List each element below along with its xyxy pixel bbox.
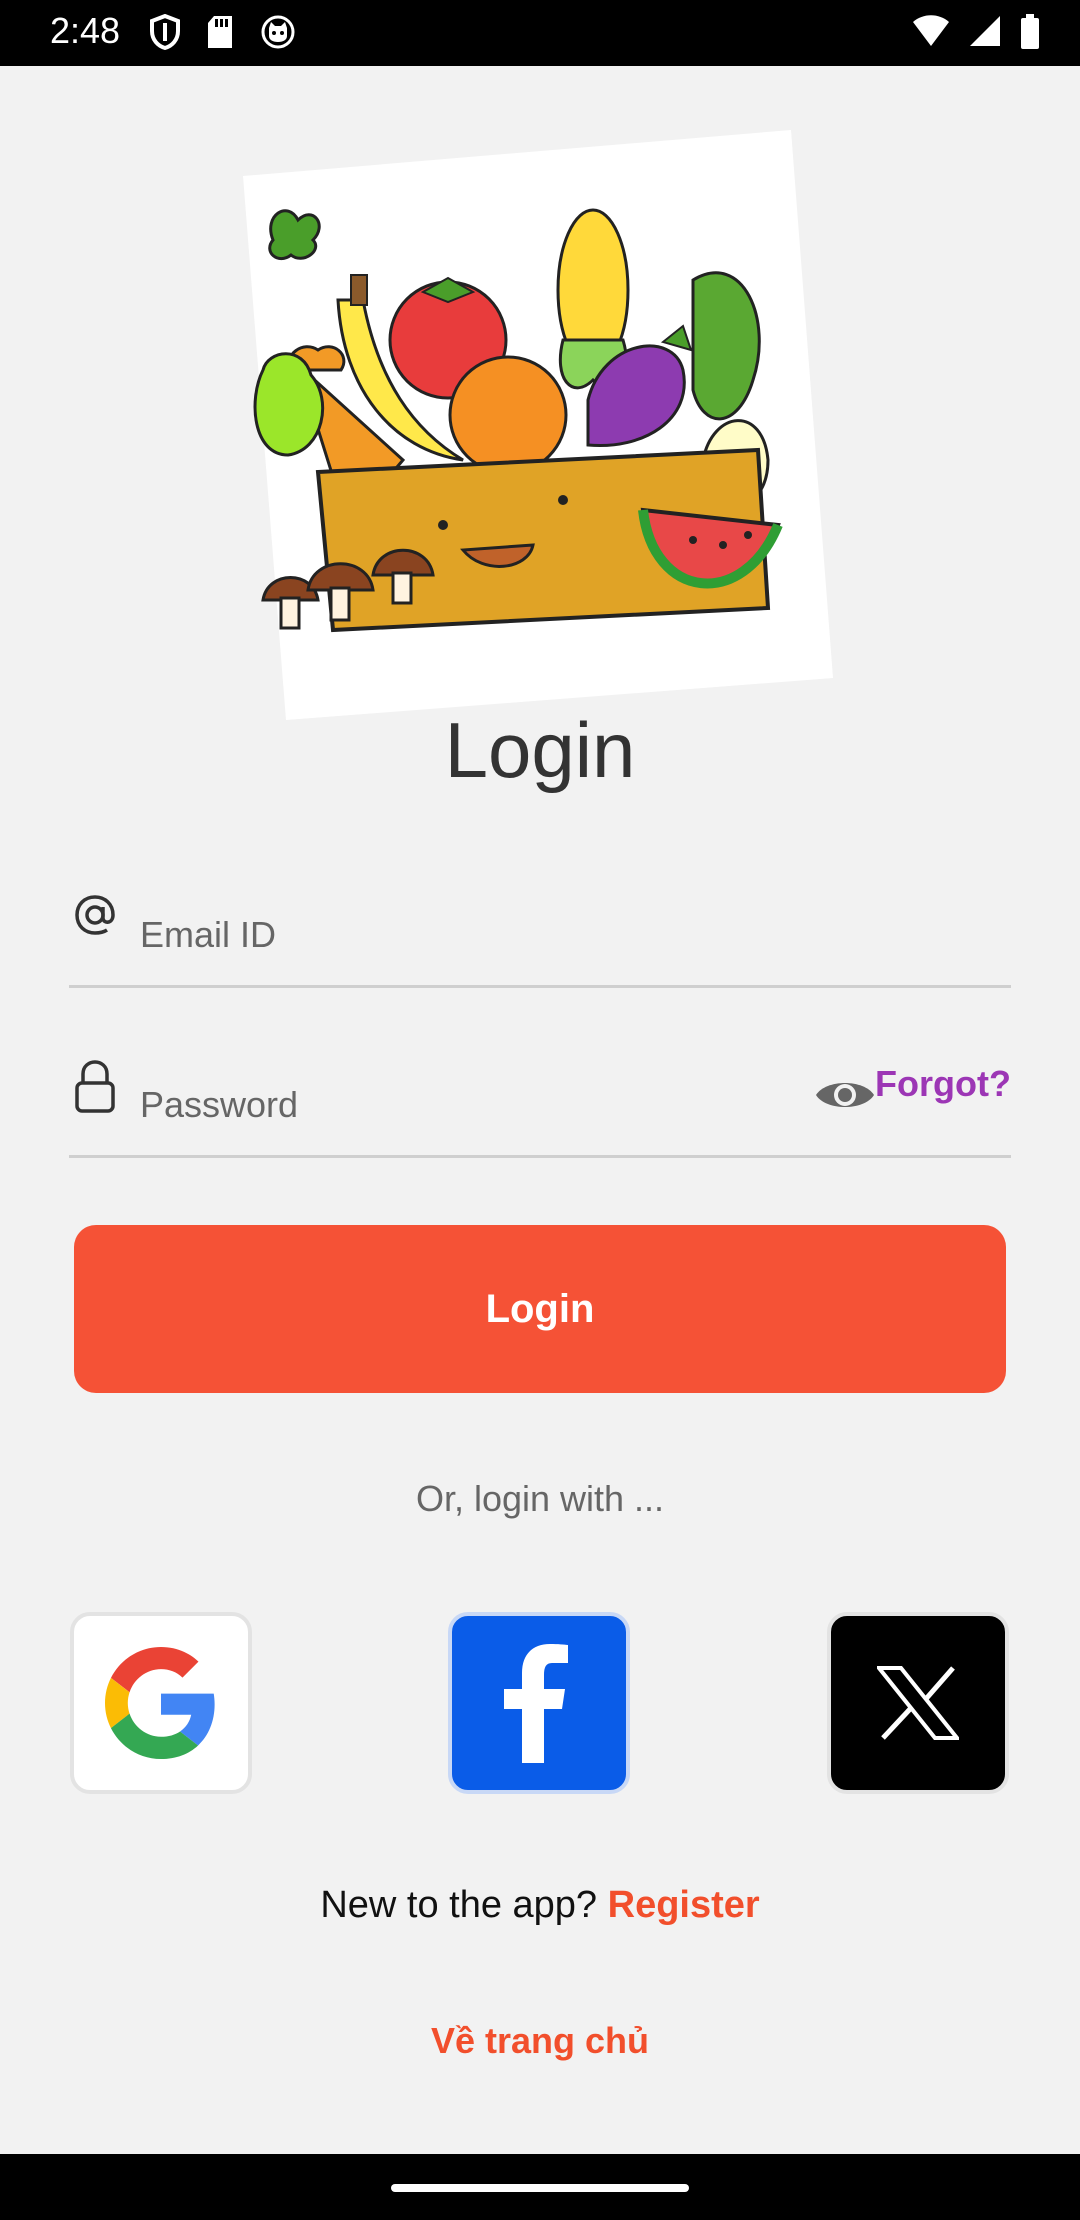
wifi-icon (913, 15, 949, 46)
register-prompt: New to the app? (320, 1884, 598, 1926)
x-icon (877, 1666, 959, 1740)
x-login-button[interactable] (827, 1612, 1009, 1794)
home-link[interactable]: Về trang chủ (0, 2020, 1080, 2062)
email-input[interactable] (138, 913, 842, 957)
cat-icon (261, 15, 295, 49)
password-input[interactable] (138, 1083, 842, 1127)
at-icon (75, 895, 115, 935)
register-line: New to the app? Register (0, 1884, 1080, 1927)
sd-card-icon (208, 16, 232, 48)
status-bar: 2:48 (0, 0, 1080, 66)
battery-icon (1021, 14, 1039, 49)
password-field[interactable]: Forgot? (69, 1055, 1011, 1158)
page-title: Login (444, 706, 636, 794)
eye-icon[interactable] (814, 1073, 876, 1117)
google-icon (105, 1647, 215, 1759)
shield-icon (150, 14, 180, 50)
vegetable-basket-illustration (243, 130, 833, 720)
login-button[interactable]: Login (74, 1225, 1006, 1393)
signal-icon (970, 16, 1000, 46)
lock-icon (75, 1060, 115, 1113)
status-icons-left (150, 14, 296, 50)
status-time: 2:48 (50, 10, 121, 51)
forgot-password-link[interactable]: Forgot? (875, 1063, 1011, 1105)
home-indicator[interactable] (391, 2184, 689, 2192)
google-login-button[interactable] (70, 1612, 252, 1794)
status-icons-right (912, 14, 1040, 50)
or-login-with-text: Or, login with ... (415, 1478, 665, 1519)
facebook-login-button[interactable] (448, 1612, 630, 1794)
facebook-icon (504, 1644, 568, 1763)
register-link[interactable]: Register (608, 1884, 760, 1926)
navigation-bar (0, 2154, 1080, 2220)
email-field[interactable] (69, 885, 1011, 988)
